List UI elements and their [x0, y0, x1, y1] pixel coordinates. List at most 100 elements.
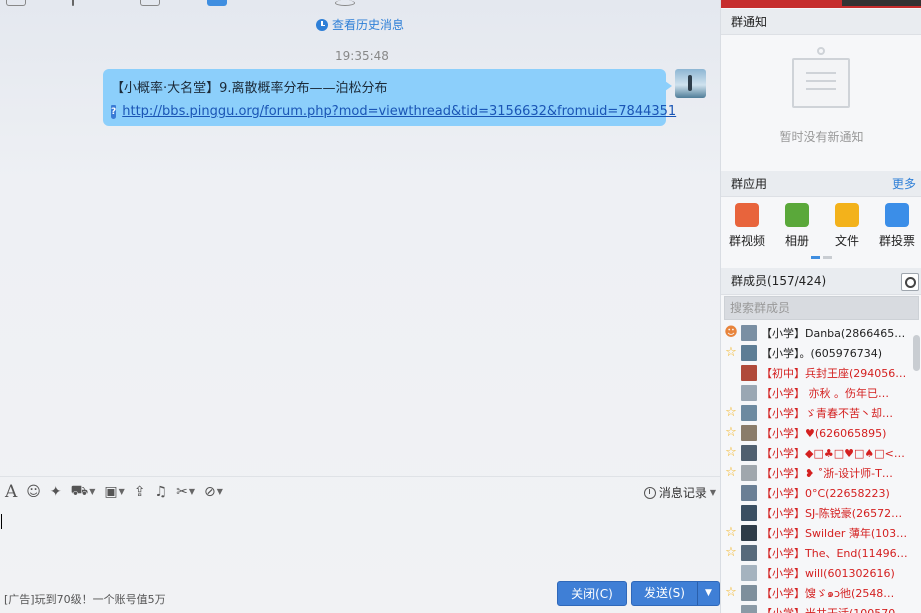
- message-title: 【小概率·大名堂】9.离散概率分布——泊松分布: [111, 81, 388, 96]
- active-tab-icon[interactable]: [207, 0, 227, 6]
- member-row[interactable]: 【初中】兵封王座(294056…: [721, 363, 911, 383]
- member-row[interactable]: 【小学】米共干活(100570…: [721, 603, 911, 613]
- member-row[interactable]: ☆ 【小学】♥(626065895): [721, 423, 911, 443]
- member-avatar: [741, 385, 757, 401]
- top-toolbar: [0, 0, 720, 8]
- member-avatar: [741, 525, 757, 541]
- close-button[interactable]: 关闭(C): [557, 581, 627, 606]
- member-name: 【小学】The、End(114967…: [761, 547, 909, 560]
- member-name: 【小学】Swilder 薄年(103…: [761, 527, 908, 540]
- security-shield-icon: ?: [111, 104, 117, 119]
- member-row[interactable]: 【小学】will(601302616): [721, 563, 911, 583]
- music-icon[interactable]: ♫: [155, 481, 168, 503]
- admin-star-icon: ☆: [725, 585, 737, 600]
- pager-dot[interactable]: [823, 256, 832, 259]
- settings-icon[interactable]: [335, 0, 355, 6]
- chevron-down-icon: ▼: [709, 488, 716, 497]
- member-avatar: [741, 585, 757, 601]
- member-row[interactable]: 【小学】 亦秋 。伤年已…: [721, 383, 911, 403]
- screenshot-scissors-icon[interactable]: ✂ ▼: [176, 481, 195, 503]
- divider: [72, 0, 74, 6]
- member-row[interactable]: ☆ 【小学】The、End(114967…: [721, 543, 911, 563]
- more-apps-link[interactable]: 更多: [892, 171, 916, 197]
- member-row[interactable]: ☆ 【小学】馊ゞ๑ↄ彵(2548…: [721, 583, 911, 603]
- sender-avatar[interactable]: [675, 69, 706, 98]
- member-row[interactable]: ☆ 【小学】Swilder 薄年(103…: [721, 523, 911, 543]
- folder-icon: [835, 203, 859, 227]
- admin-star-icon: ☆: [725, 405, 737, 420]
- member-list-scrollbar[interactable]: [913, 335, 920, 371]
- notice-empty-text: 暂时没有新通知: [779, 130, 864, 144]
- member-row[interactable]: 【小学】0°C(22658223): [721, 483, 911, 503]
- member-name: 【小学】❥ ˚浙-设计师-T…: [761, 467, 893, 480]
- document-icon[interactable]: [140, 0, 160, 6]
- font-icon[interactable]: A: [5, 481, 17, 503]
- member-avatar: [741, 605, 757, 613]
- role-placeholder: [724, 366, 738, 380]
- admin-star-icon: ☆: [725, 545, 737, 560]
- member-avatar: [741, 565, 757, 581]
- members-count-title: 群成员(157/424): [731, 274, 827, 288]
- video-camera-icon: [735, 203, 759, 227]
- role-placeholder: [724, 566, 738, 580]
- member-row[interactable]: ☻ 【小学】Danba(286646540): [721, 323, 911, 343]
- photo-album-icon: [785, 203, 809, 227]
- view-history-link[interactable]: 查看历史消息: [316, 16, 404, 33]
- app-files[interactable]: 文件: [825, 203, 869, 249]
- message-input[interactable]: [0, 506, 720, 576]
- ad-text[interactable]: [广告]玩到70级！一个账号值5万: [4, 591, 166, 607]
- app-group-video[interactable]: 群视频: [725, 203, 769, 249]
- admin-star-icon: ☆: [725, 425, 737, 440]
- member-name: 【小学】 亦秋 。伤年已…: [761, 387, 889, 400]
- search-icon[interactable]: [901, 273, 919, 291]
- member-row[interactable]: ☆ 【小学】◆□♣□♥□♠□<…: [721, 443, 911, 463]
- pager-dot-active[interactable]: [811, 256, 820, 259]
- role-placeholder: [724, 486, 738, 500]
- group-apps-title: 群应用: [731, 177, 768, 191]
- send-options-chevron-icon[interactable]: ▼: [698, 582, 719, 605]
- message-link[interactable]: http://bbs.pinggu.org/forum.php?mod=view…: [122, 104, 676, 119]
- app-album[interactable]: 相册: [775, 203, 819, 249]
- member-avatar: [741, 545, 757, 561]
- admin-star-icon: ☆: [725, 345, 737, 360]
- member-name: 【小学】Danba(286646540): [761, 327, 909, 340]
- message-record-button[interactable]: 消息记录 ▼: [643, 484, 716, 501]
- magic-wand-icon[interactable]: ✦: [50, 481, 62, 503]
- member-name: 【小学】SJ-陈锐豪(26572…: [761, 507, 903, 520]
- member-name: 【小学】◆□♣□♥□♠□<…: [761, 447, 905, 460]
- owner-icon: ☻: [724, 325, 738, 340]
- member-avatar: [741, 325, 757, 341]
- message-link-row: ? http://bbs.pinggu.org/forum.php?mod=vi…: [111, 104, 676, 119]
- chat-tab-icon[interactable]: [6, 0, 26, 6]
- admin-star-icon: ☆: [725, 445, 737, 460]
- send-button[interactable]: 发送(S) ▼: [631, 581, 720, 606]
- clock-icon: [316, 18, 328, 31]
- member-name: 【小学】。(605976734): [761, 347, 883, 360]
- upload-icon[interactable]: ⇪: [134, 481, 146, 503]
- pin-icon: [817, 47, 825, 55]
- chat-pane: 查看历史消息 19:35:48 【小概率·大名堂】9.离散概率分布——泊松分布 …: [0, 0, 720, 613]
- gift-icon[interactable]: ⛟ ▼: [71, 481, 96, 503]
- member-row[interactable]: ☆ 【小学】ゞ青春不苦丶却…: [721, 403, 911, 423]
- member-avatar: [741, 405, 757, 421]
- input-toolbar: A ☺ ✦ ⛟ ▼ ▣ ▼ ⇪ ♫ ✂ ▼ ⊘ ▼ 消息记录 ▼: [0, 476, 720, 506]
- message-bubble[interactable]: 【小概率·大名堂】9.离散概率分布——泊松分布 ? http://bbs.pin…: [103, 69, 676, 126]
- send-label[interactable]: 发送(S): [632, 582, 698, 605]
- member-avatar: [741, 365, 757, 381]
- role-placeholder: [724, 386, 738, 400]
- app-label: 群视频: [728, 234, 765, 248]
- member-search-input[interactable]: 搜索群成员: [724, 296, 919, 320]
- image-icon[interactable]: ▣ ▼: [104, 481, 124, 503]
- member-row[interactable]: 【小学】SJ-陈锐豪(26572…: [721, 503, 911, 523]
- member-name: 【小学】will(601302616): [761, 567, 895, 580]
- member-name: 【小学】0°C(22658223): [761, 487, 890, 500]
- member-row[interactable]: ☆ 【小学】。(605976734): [721, 343, 911, 363]
- block-icon[interactable]: ⊘ ▼: [204, 481, 223, 503]
- group-notice-header: 群通知: [721, 9, 921, 35]
- app-label: 群投票: [878, 234, 915, 248]
- member-avatar: [741, 345, 757, 361]
- member-avatar: [741, 425, 757, 441]
- member-row[interactable]: ☆ 【小学】❥ ˚浙-设计师-T…: [721, 463, 911, 483]
- emoji-icon[interactable]: ☺: [26, 481, 41, 503]
- app-vote[interactable]: 群投票: [875, 203, 919, 249]
